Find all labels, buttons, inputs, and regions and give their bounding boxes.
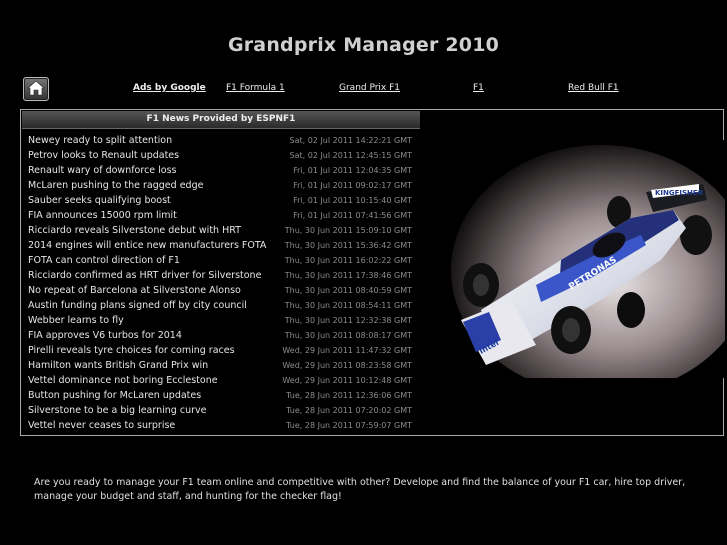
news-item-date: Tue, 28 Jun 2011 07:20:02 GMT	[286, 406, 412, 415]
news-item-title-link[interactable]: Hamilton wants British Grand Prix win	[28, 358, 208, 373]
news-item-title-link[interactable]: Vettel never ceases to surprise	[28, 418, 175, 433]
news-item: FIA announces 15000 rpm limit Fri, 01 Jul…	[28, 208, 418, 223]
news-item-date: Wed, 29 Jun 2011 10:12:48 GMT	[282, 376, 412, 385]
news-item-date: Sat, 02 Jul 2011 14:22:21 GMT	[289, 136, 412, 145]
news-item-date: Fri, 01 Jul 2011 12:04:35 GMT	[293, 166, 412, 175]
news-item: Ricciardo reveals Silverstone debut with…	[28, 223, 418, 238]
news-item: Ricciardo confirmed as HRT driver for Si…	[28, 268, 418, 283]
news-item-title-link[interactable]: Button pushing for McLaren updates	[28, 388, 201, 403]
news-panel: F1 News Provided by ESPNF1 Newey ready t…	[20, 109, 725, 436]
news-item-title-link[interactable]: Pirelli reveals tyre choices for coming …	[28, 343, 235, 358]
news-item-title-link[interactable]: Sauber seeks qualifying boost	[28, 193, 171, 208]
news-item: Button pushing for McLaren updates Tue, 2…	[28, 388, 418, 403]
news-item-date: Thu, 30 Jun 2011 16:02:22 GMT	[284, 256, 412, 265]
news-item-title-link[interactable]: Silverstone to be a big learning curve	[28, 403, 206, 418]
news-item-title-link[interactable]: Ricciardo reveals Silverstone debut with…	[28, 223, 241, 238]
news-item-date: Sat, 02 Jul 2011 12:45:15 GMT	[289, 151, 412, 160]
news-item-date: Thu, 30 Jun 2011 08:54:11 GMT	[284, 301, 412, 310]
news-item: Petrov looks to Renault updates Sat, 02 J…	[28, 148, 418, 163]
news-item-date: Wed, 29 Jun 2011 11:47:32 GMT	[282, 346, 412, 355]
news-header: F1 News Provided by ESPNF1	[22, 111, 420, 129]
news-item-title-link[interactable]: Webber learns to fly	[28, 313, 124, 328]
news-item-date: Fri, 01 Jul 2011 07:41:56 GMT	[293, 211, 412, 220]
news-item: Sauber seeks qualifying boost Fri, 01 Jul…	[28, 193, 418, 208]
news-item: FOTA can control direction of F1 Thu, 30 …	[28, 253, 418, 268]
news-item-date: Thu, 30 Jun 2011 08:40:59 GMT	[284, 286, 412, 295]
nav-link-f1-formula-1[interactable]: F1 Formula 1	[226, 83, 285, 93]
news-item: No repeat of Barcelona at Silverstone Al…	[28, 283, 418, 298]
news-item: Newey ready to split attention Sat, 02 Ju…	[28, 133, 418, 148]
news-item-title-link[interactable]: FIA approves V6 turbos for 2014	[28, 328, 182, 343]
news-item-date: Fri, 01 Jul 2011 09:02:17 GMT	[293, 181, 412, 190]
f1-car-image: KINGFISHER PETRONAS Intel	[441, 140, 725, 378]
news-item-title-link[interactable]: 2014 engines will entice new manufacture…	[28, 238, 266, 253]
news-item: Vettel never ceases to surprise Tue, 28 J…	[28, 418, 418, 433]
news-item-date: Fri, 01 Jul 2011 10:15:40 GMT	[293, 196, 412, 205]
kingfisher-logo: KINGFISHER	[655, 189, 704, 197]
nav-link-f1[interactable]: F1	[473, 83, 484, 93]
news-item-date: Thu, 30 Jun 2011 15:09:10 GMT	[284, 226, 412, 235]
news-list: Newey ready to split attention Sat, 02 Ju…	[28, 133, 418, 433]
news-item: 2014 engines will entice new manufacture…	[28, 238, 418, 253]
nav-bar: Ads by Google F1 Formula 1 Grand Prix F1…	[0, 83, 727, 97]
site-title: Grandprix Manager 2010	[227, 34, 500, 56]
news-item: Silverstone to be a big learning curve Tu…	[28, 403, 418, 418]
news-item: McLaren pushing to the ragged edge Fri, 0…	[28, 178, 418, 193]
news-item-title-link[interactable]: Petrov looks to Renault updates	[28, 148, 179, 163]
news-item: Austin funding plans signed off by city …	[28, 298, 418, 313]
news-item-title-link[interactable]: Renault wary of downforce loss	[28, 163, 177, 178]
news-item-date: Tue, 28 Jun 2011 12:36:06 GMT	[286, 391, 412, 400]
news-item-title-link[interactable]: Newey ready to split attention	[28, 133, 172, 148]
news-item-date: Tue, 28 Jun 2011 07:59:07 GMT	[286, 421, 412, 430]
page: Grandprix Manager 2010 Ads by Google F1 …	[0, 0, 727, 545]
news-item-date: Thu, 30 Jun 2011 15:36:42 GMT	[284, 241, 412, 250]
nav-link-grand-prix-f1[interactable]: Grand Prix F1	[339, 83, 400, 93]
news-item-title-link[interactable]: Vettel dominance not boring Ecclestone	[28, 373, 218, 388]
news-item-date: Thu, 30 Jun 2011 08:08:17 GMT	[284, 331, 412, 340]
nav-link-red-bull-f1[interactable]: Red Bull F1	[568, 83, 619, 93]
news-item-title-link[interactable]: No repeat of Barcelona at Silverstone Al…	[28, 283, 241, 298]
intro-text: Are you ready to manage your F1 team onl…	[34, 477, 686, 502]
news-item-date: Thu, 30 Jun 2011 17:38:46 GMT	[284, 271, 412, 280]
news-item-date: Wed, 29 Jun 2011 08:23:58 GMT	[282, 361, 412, 370]
ads-by-google-link[interactable]: Ads by Google	[133, 83, 206, 93]
news-item: Hamilton wants British Grand Prix win Wed…	[28, 358, 418, 373]
news-item: FIA approves V6 turbos for 2014 Thu, 30 J…	[28, 328, 418, 343]
news-item: Renault wary of downforce loss Fri, 01 Ju…	[28, 163, 418, 178]
news-item-title-link[interactable]: Ricciardo confirmed as HRT driver for Si…	[28, 268, 261, 283]
news-item: Vettel dominance not boring Ecclestone We…	[28, 373, 418, 388]
news-item-title-link[interactable]: FIA announces 15000 rpm limit	[28, 208, 177, 223]
news-item-title-link[interactable]: Austin funding plans signed off by city …	[28, 298, 247, 313]
news-item-title-link[interactable]: McLaren pushing to the ragged edge	[28, 178, 203, 193]
news-item-date: Thu, 30 Jun 2011 12:32:38 GMT	[284, 316, 412, 325]
news-item-title-link[interactable]: FOTA can control direction of F1	[28, 253, 180, 268]
news-item: Webber learns to fly Thu, 30 Jun 2011 12:…	[28, 313, 418, 328]
news-item: Pirelli reveals tyre choices for coming …	[28, 343, 418, 358]
